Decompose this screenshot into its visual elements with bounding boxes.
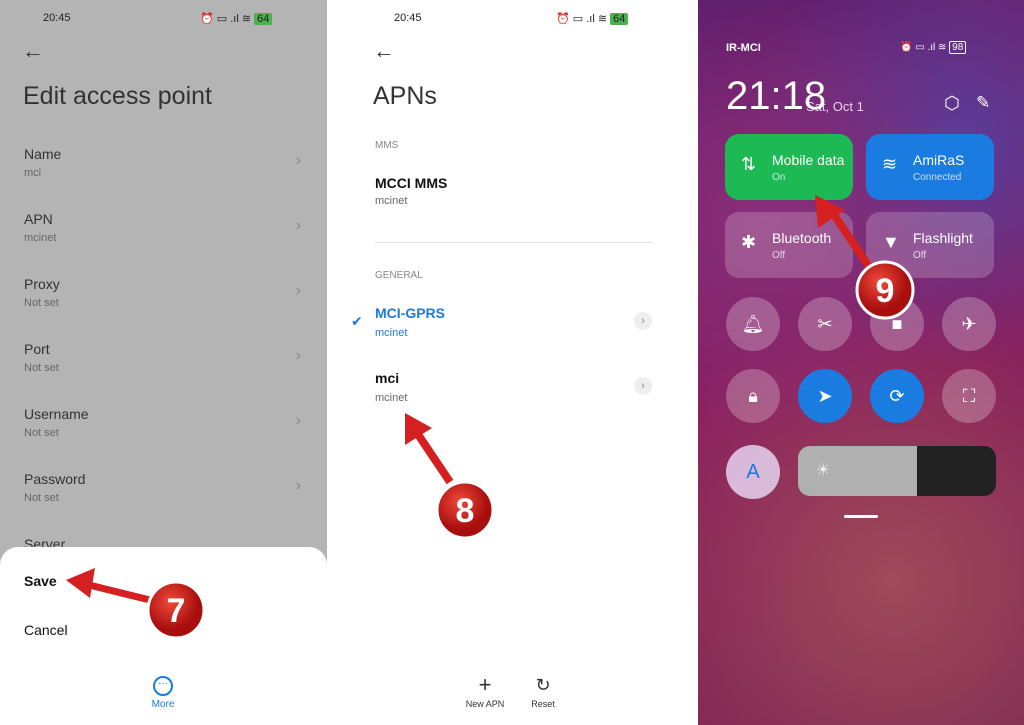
svg-text:9: 9 xyxy=(876,272,895,310)
annotation-arrow-8 xyxy=(405,413,454,485)
svg-text:7: 7 xyxy=(167,592,186,630)
annotation-arrow-7 xyxy=(66,568,151,604)
annotation-badge-9: 9 xyxy=(855,260,915,320)
annotation-badge-7: 7 xyxy=(146,580,206,640)
annotation-layer: 7 8 9 xyxy=(66,195,915,640)
svg-text:8: 8 xyxy=(456,492,475,530)
annotation-badge-8: 8 xyxy=(435,480,495,540)
annotation-arrow-9 xyxy=(815,195,874,271)
